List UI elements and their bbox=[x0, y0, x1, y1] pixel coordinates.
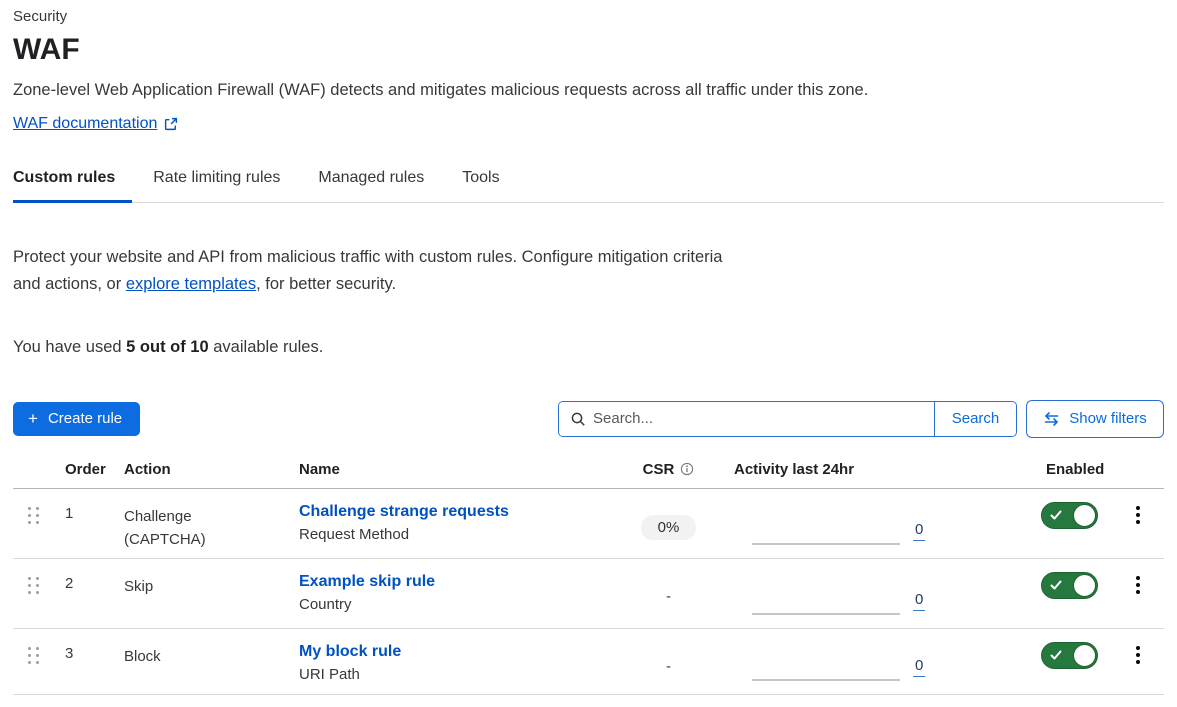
rule-name-link[interactable]: My block rule bbox=[299, 643, 621, 661]
activity-count-link[interactable]: 0 bbox=[913, 591, 925, 611]
tab-managed-rules[interactable]: Managed rules bbox=[318, 169, 424, 202]
header-activity: Activity last 24hr bbox=[716, 461, 1016, 478]
rule-action: Block bbox=[124, 645, 161, 668]
toggle-knob bbox=[1073, 504, 1096, 527]
kebab-menu-icon[interactable] bbox=[1130, 504, 1146, 558]
intro-paragraph: Protect your website and API from malici… bbox=[13, 244, 753, 299]
explore-templates-link[interactable]: explore templates bbox=[126, 275, 256, 293]
tab-tools[interactable]: Tools bbox=[462, 169, 499, 202]
usage-suffix: available rules. bbox=[209, 338, 324, 356]
enabled-toggle[interactable] bbox=[1041, 572, 1098, 599]
table-row: 3 Block My block rule URI Path - 0 bbox=[13, 629, 1164, 695]
intro-text-after: , for better security. bbox=[256, 275, 396, 293]
show-filters-button[interactable]: Show filters bbox=[1026, 400, 1164, 438]
rule-order: 2 bbox=[51, 559, 110, 628]
activity-sparkline bbox=[752, 679, 900, 681]
activity-count-link[interactable]: 0 bbox=[913, 521, 925, 541]
kebab-menu-icon[interactable] bbox=[1130, 574, 1146, 628]
plus-icon: + bbox=[28, 410, 38, 427]
rule-name-link[interactable]: Example skip rule bbox=[299, 573, 621, 591]
header-csr-label: CSR bbox=[643, 461, 675, 478]
rule-order: 1 bbox=[51, 489, 110, 558]
rule-name-link[interactable]: Challenge strange requests bbox=[299, 503, 621, 521]
waf-documentation-link[interactable]: WAF documentation bbox=[13, 115, 157, 133]
enabled-toggle[interactable] bbox=[1041, 502, 1098, 529]
create-rule-button[interactable]: + Create rule bbox=[13, 402, 140, 436]
toolbar-right: Search Show filters bbox=[558, 400, 1164, 438]
kebab-menu-icon[interactable] bbox=[1130, 644, 1146, 694]
rule-field: Request Method bbox=[299, 526, 621, 543]
rule-field: Country bbox=[299, 596, 621, 613]
search-input[interactable] bbox=[559, 402, 934, 436]
tab-custom-rules[interactable]: Custom rules bbox=[13, 169, 115, 202]
documentation-link-row: WAF documentation bbox=[13, 115, 1164, 133]
swap-arrows-icon bbox=[1043, 411, 1060, 427]
activity-count-link[interactable]: 0 bbox=[913, 657, 925, 677]
toggle-knob bbox=[1073, 644, 1096, 667]
usage-count: 5 out of 10 bbox=[126, 338, 209, 356]
search-box bbox=[559, 402, 934, 436]
search-icon bbox=[570, 411, 586, 427]
create-rule-label: Create rule bbox=[48, 410, 122, 427]
rules-table: Order Action Name CSR Activity last 24hr… bbox=[13, 438, 1164, 695]
drag-handle-icon[interactable] bbox=[28, 577, 39, 594]
header-csr: CSR bbox=[621, 461, 716, 478]
enabled-toggle[interactable] bbox=[1041, 642, 1098, 669]
info-icon[interactable] bbox=[680, 462, 694, 476]
table-row: 1 Challenge (CAPTCHA) Challenge strange … bbox=[13, 489, 1164, 559]
rule-action: Skip bbox=[124, 575, 153, 598]
table-header-row: Order Action Name CSR Activity last 24hr… bbox=[13, 438, 1164, 489]
csr-value: - bbox=[666, 588, 671, 605]
search-group: Search bbox=[558, 401, 1017, 437]
activity-sparkline bbox=[752, 543, 900, 545]
rules-usage-text: You have used 5 out of 10 available rule… bbox=[13, 338, 1164, 357]
header-action: Action bbox=[110, 461, 286, 478]
table-row: 2 Skip Example skip rule Country - 0 bbox=[13, 559, 1164, 629]
header-order: Order bbox=[51, 461, 110, 478]
csr-value: - bbox=[666, 658, 671, 675]
waf-page: Security WAF Zone-level Web Application … bbox=[0, 0, 1177, 695]
drag-handle-icon[interactable] bbox=[28, 647, 39, 664]
show-filters-label: Show filters bbox=[1069, 410, 1147, 427]
header-name: Name bbox=[286, 461, 621, 478]
csr-value-badge: 0% bbox=[641, 515, 697, 540]
toggle-knob bbox=[1073, 574, 1096, 597]
usage-prefix: You have used bbox=[13, 338, 126, 356]
rules-toolbar: + Create rule Search Show filt bbox=[13, 400, 1164, 438]
rule-action: Challenge (CAPTCHA) bbox=[124, 505, 219, 552]
page-description: Zone-level Web Application Firewall (WAF… bbox=[13, 81, 1164, 100]
header-enabled: Enabled bbox=[1016, 461, 1111, 478]
rule-field: URI Path bbox=[299, 666, 621, 683]
check-icon bbox=[1050, 650, 1062, 661]
search-button[interactable]: Search bbox=[934, 402, 1016, 436]
external-link-icon bbox=[164, 117, 178, 131]
check-icon bbox=[1050, 580, 1062, 591]
waf-tabs: Custom rules Rate limiting rules Managed… bbox=[13, 169, 1164, 203]
rule-order: 3 bbox=[51, 629, 110, 694]
activity-sparkline bbox=[752, 613, 900, 615]
breadcrumb-section-label: Security bbox=[13, 8, 1164, 25]
check-icon bbox=[1050, 510, 1062, 521]
page-title: WAF bbox=[13, 33, 1164, 68]
drag-handle-icon[interactable] bbox=[28, 507, 39, 524]
tab-rate-limiting-rules[interactable]: Rate limiting rules bbox=[153, 169, 280, 202]
